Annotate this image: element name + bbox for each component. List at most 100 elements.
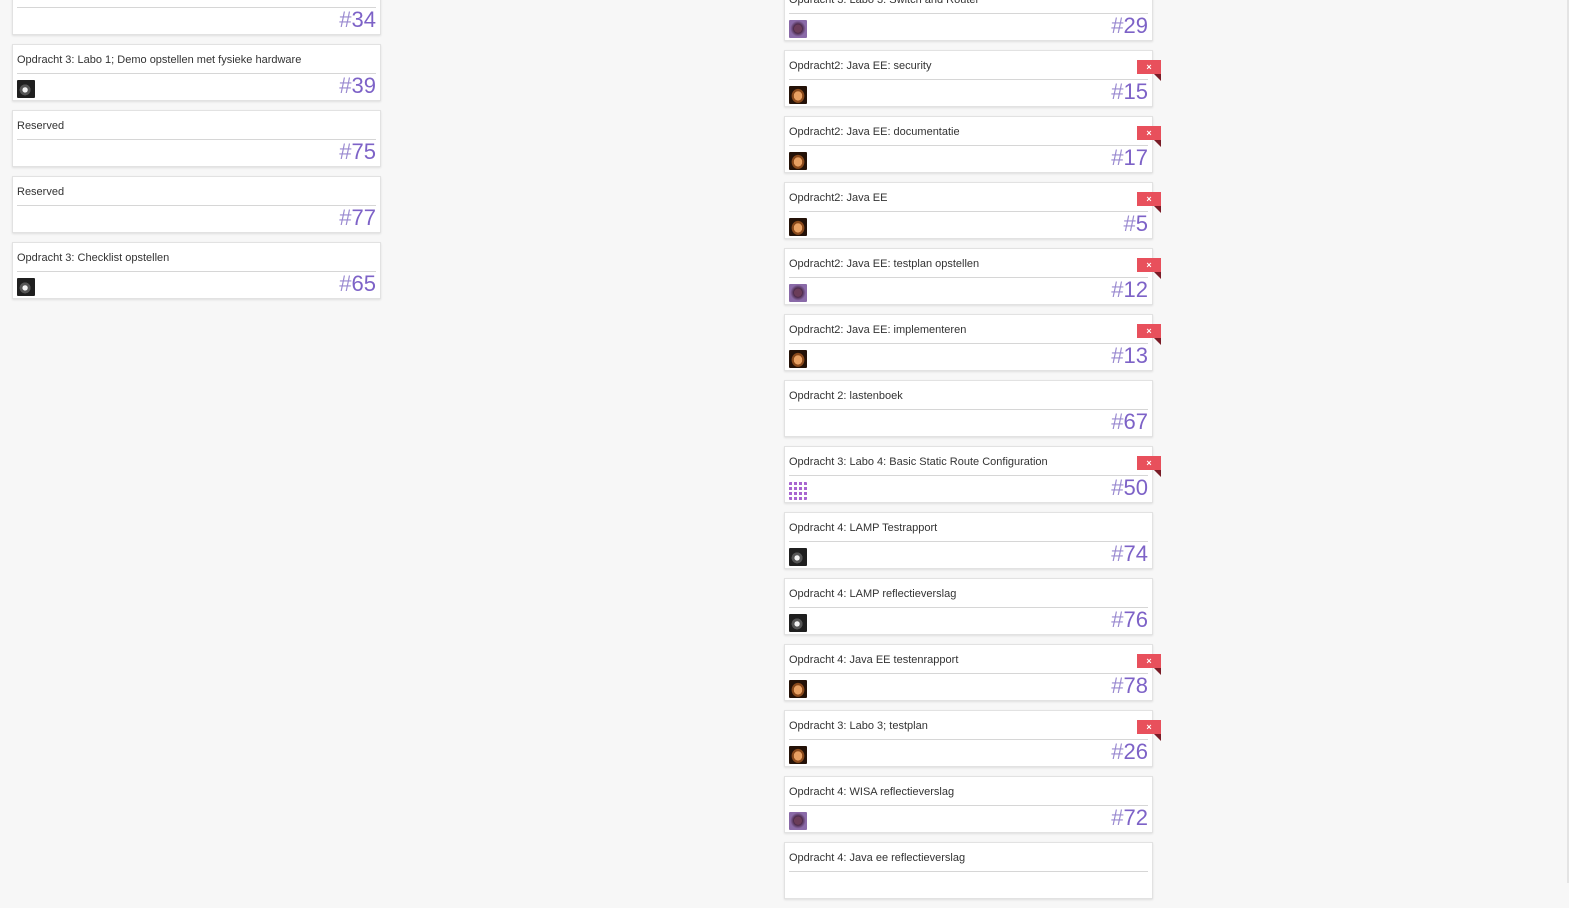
- assignee-avatar[interactable]: [789, 152, 807, 170]
- task-number[interactable]: #26: [1111, 739, 1148, 765]
- hash-symbol: #: [1111, 607, 1124, 632]
- task-card[interactable]: Opdracht2: Java EE: implementeren #13 ×: [784, 314, 1161, 371]
- card-divider: [789, 871, 1148, 872]
- assignee-avatar[interactable]: [789, 746, 807, 764]
- card-divider: [789, 343, 1148, 344]
- task-number-value: 12: [1123, 277, 1148, 302]
- flag-fold-icon: [1154, 272, 1161, 279]
- task-card[interactable]: Opdracht2: Java EE #5 ×: [784, 182, 1161, 239]
- blocked-close-icon[interactable]: ×: [1137, 192, 1161, 206]
- task-number[interactable]: #75: [339, 139, 376, 165]
- blocked-close-icon[interactable]: ×: [1137, 324, 1161, 338]
- card-divider: [789, 409, 1148, 410]
- hash-symbol: #: [1111, 541, 1124, 566]
- card-divider: [17, 7, 376, 8]
- flag-fold-icon: [1154, 206, 1161, 213]
- task-card[interactable]: Opdracht 4: WISA reflectieverslag #72: [784, 776, 1153, 833]
- blocked-close-icon[interactable]: ×: [1137, 258, 1161, 272]
- task-number-value: 76: [1123, 607, 1148, 632]
- task-card[interactable]: Opdracht 4: LAMP reflectieverslag #76: [784, 578, 1153, 635]
- task-number[interactable]: #72: [1111, 805, 1148, 831]
- task-card[interactable]: Opdracht 3: Labo 1; Demo opstellen met f…: [12, 44, 381, 101]
- task-card[interactable]: Opdracht2: Java EE: testplan opstellen #1…: [784, 248, 1161, 305]
- task-number[interactable]: #29: [1111, 13, 1148, 39]
- task-card[interactable]: Reserved #77: [12, 176, 381, 233]
- task-number[interactable]: #5: [1124, 211, 1149, 237]
- card-divider: [789, 79, 1148, 80]
- blocked-close-icon[interactable]: ×: [1137, 654, 1161, 668]
- hash-symbol: #: [1111, 673, 1124, 698]
- task-title: Opdracht2: Java EE: implementeren: [789, 324, 967, 336]
- task-title: Opdracht 4: WISA reflectieverslag: [789, 786, 955, 798]
- assignee-avatar[interactable]: [17, 80, 35, 98]
- task-title: Opdracht 3: Labo 3; testplan: [789, 720, 928, 732]
- assignee-avatar[interactable]: [789, 284, 807, 302]
- blocked-close-icon[interactable]: ×: [1137, 720, 1161, 734]
- task-title: Opdracht2: Java EE: security: [789, 60, 932, 72]
- card-divider: [789, 277, 1148, 278]
- task-number[interactable]: #50: [1111, 475, 1148, 501]
- task-number[interactable]: #77: [339, 205, 376, 231]
- flag-fold-icon: [1154, 668, 1161, 675]
- task-card[interactable]: Opdracht 3: Labo 3; testplan #26 ×: [784, 710, 1161, 767]
- flag-fold-icon: [1154, 734, 1161, 741]
- task-card[interactable]: Opdracht2: Java EE: documentatie #17 ×: [784, 116, 1161, 173]
- assignee-avatar[interactable]: [789, 614, 807, 632]
- card-divider: [789, 607, 1148, 608]
- task-card[interactable]: #34: [12, 0, 381, 35]
- task-card[interactable]: Reserved #75: [12, 110, 381, 167]
- assignee-avatar[interactable]: [789, 86, 807, 104]
- card-divider: [17, 139, 376, 140]
- card-divider: [789, 475, 1148, 476]
- task-card[interactable]: Opdracht 4: Java EE testenrapport #78 ×: [784, 644, 1161, 701]
- task-number[interactable]: #13: [1111, 343, 1148, 369]
- task-card[interactable]: Opdracht 4: Java ee reflectieverslag: [784, 842, 1153, 899]
- task-card[interactable]: Opdracht 4: LAMP Testrapport #74: [784, 512, 1153, 569]
- task-number-value: 74: [1123, 541, 1148, 566]
- task-card[interactable]: Opdracht2: Java EE: security #15 ×: [784, 50, 1161, 107]
- task-title: Opdracht 3: Checklist opstellen: [17, 252, 170, 264]
- task-number[interactable]: #12: [1111, 277, 1148, 303]
- task-number[interactable]: #39: [339, 73, 376, 99]
- task-number[interactable]: #34: [339, 7, 376, 33]
- assignee-avatar[interactable]: [17, 278, 35, 296]
- task-number[interactable]: #17: [1111, 145, 1148, 171]
- assignee-avatar[interactable]: [789, 218, 807, 236]
- task-number[interactable]: #76: [1111, 607, 1148, 633]
- task-number-value: 50: [1123, 475, 1148, 500]
- task-number[interactable]: #15: [1111, 79, 1148, 105]
- task-card[interactable]: Opdracht 2: lastenboek #67: [784, 380, 1153, 437]
- task-number[interactable]: #67: [1111, 409, 1148, 435]
- hash-symbol: #: [339, 73, 352, 98]
- card-divider: [17, 271, 376, 272]
- assignee-avatar[interactable]: [789, 350, 807, 368]
- task-number[interactable]: #74: [1111, 541, 1148, 567]
- task-card[interactable]: Opdracht 3: Labo 4: Basic Static Route C…: [784, 446, 1161, 503]
- task-number-value: 75: [351, 139, 376, 164]
- task-number-value: 72: [1123, 805, 1148, 830]
- hash-symbol: #: [1111, 79, 1124, 104]
- hash-symbol: #: [339, 139, 352, 164]
- task-number-value: 39: [351, 73, 376, 98]
- task-number[interactable]: #65: [339, 271, 376, 297]
- task-title: Opdracht 4: Java ee reflectieverslag: [789, 852, 966, 864]
- assignee-avatar[interactable]: [789, 680, 807, 698]
- task-title: Reserved: [17, 186, 65, 198]
- task-title: Opdracht2: Java EE: documentatie: [789, 126, 960, 138]
- hash-symbol: #: [339, 205, 352, 230]
- task-title: Opdracht 4: LAMP reflectieverslag: [789, 588, 957, 600]
- blocked-close-icon[interactable]: ×: [1137, 456, 1161, 470]
- task-number-value: 15: [1123, 79, 1148, 104]
- blocked-close-icon[interactable]: ×: [1137, 126, 1161, 140]
- card-divider: [789, 13, 1148, 14]
- hash-symbol: #: [1123, 211, 1136, 236]
- assignee-avatar[interactable]: [789, 20, 807, 38]
- assignee-avatar[interactable]: [789, 482, 807, 500]
- task-card[interactable]: Opdracht 3: Checklist opstellen #65: [12, 242, 381, 299]
- assignee-avatar[interactable]: [789, 812, 807, 830]
- task-card[interactable]: Opdracht 3: Labo 3: Switch and Router #29: [784, 0, 1153, 41]
- assignee-avatar[interactable]: [789, 548, 807, 566]
- flag-fold-icon: [1154, 470, 1161, 477]
- task-number[interactable]: #78: [1111, 673, 1148, 699]
- blocked-close-icon[interactable]: ×: [1137, 60, 1161, 74]
